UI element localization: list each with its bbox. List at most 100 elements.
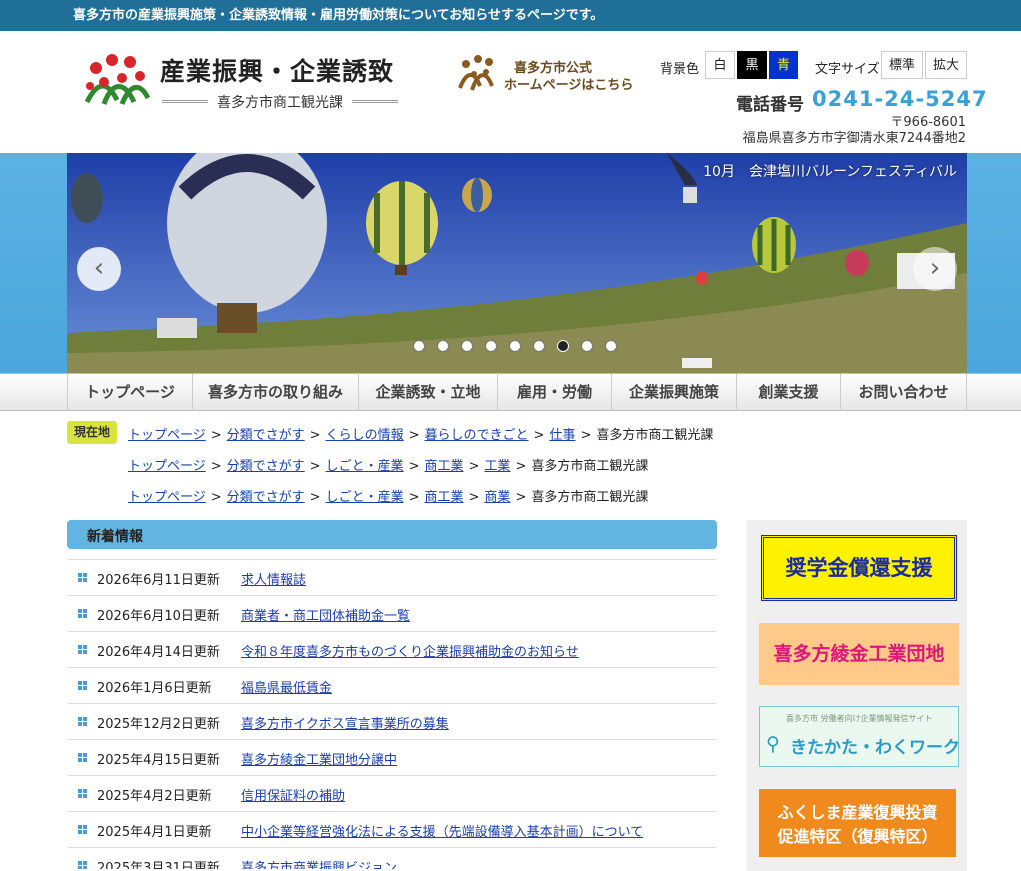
news-link[interactable]: 求人情報誌 bbox=[241, 569, 306, 588]
news-date: 2025年3月31日更新 bbox=[97, 861, 220, 869]
breadcrumb-link[interactable]: トップページ bbox=[128, 490, 206, 505]
nav-startup-support[interactable]: 創業支援 bbox=[737, 374, 841, 411]
slide-dot-3[interactable] bbox=[461, 340, 473, 352]
news-date: 2026年1月6日更新 bbox=[97, 681, 212, 696]
news-item: 2025年4月1日更新 中小企業等経営強化法による支援（先端設備導入基本計画）に… bbox=[67, 811, 717, 847]
breadcrumb-link[interactable]: 商業 bbox=[484, 490, 510, 505]
nav-promotion-policy[interactable]: 企業振興施策 bbox=[612, 374, 737, 411]
breadcrumb: トップページ > 分類でさがす > しごと・産業 > 商工業 > 工業 > 喜多方市商工観光課 bbox=[128, 459, 649, 474]
work-site-title: きたかた・わくワーク bbox=[790, 738, 960, 758]
news-list: 2026年6月11日更新 求人情報誌 2026年6月10日更新 商業者・商工団体… bbox=[67, 559, 717, 869]
slider-next-button[interactable]: › bbox=[913, 247, 957, 291]
site-description: 喜多方市の産業振興施策・企業誘致情報・雇用労働対策についてお知らせするページです… bbox=[73, 8, 604, 23]
news-link[interactable]: 商業者・商工団体補助金一覧 bbox=[241, 605, 410, 624]
square-bullet-icon bbox=[78, 609, 87, 618]
news-item: 2026年4月14日更新 令和８年度喜多方市ものづくり企業振興補助金のお知らせ bbox=[67, 631, 717, 667]
work-site-banner[interactable]: 喜多方市 労働者向け企業情報発信サイト ⚲ きたかた・わくワーク bbox=[759, 706, 960, 767]
bg-black-button[interactable]: 黒 bbox=[737, 51, 767, 79]
site-title[interactable]: 産業振興・企業誘致 bbox=[160, 52, 394, 88]
logo-icon[interactable] bbox=[82, 52, 152, 110]
phone-label: 電話番号 bbox=[736, 95, 804, 115]
bg-white-button[interactable]: 白 bbox=[705, 51, 735, 79]
breadcrumb-link[interactable]: 分類でさがす bbox=[227, 490, 305, 505]
square-bullet-icon bbox=[78, 789, 87, 798]
nav-business-location[interactable]: 企業誘致・立地 bbox=[359, 374, 498, 411]
news-date: 2025年12月2日更新 bbox=[97, 717, 220, 732]
font-standard-button[interactable]: 標準 bbox=[881, 51, 923, 79]
news-item: 2025年4月2日更新 信用保証料の補助 bbox=[67, 775, 717, 811]
news-item: 2025年4月15日更新 喜多方綾金工業団地分譲中 bbox=[67, 739, 717, 775]
news-link[interactable]: 信用保証料の補助 bbox=[241, 785, 345, 804]
breadcrumb-link[interactable]: 暮らしのできごと bbox=[425, 428, 529, 443]
slider-prev-button[interactable]: ‹ bbox=[77, 247, 121, 291]
reconstruction-zone-banner[interactable]: ふくしま産業復興投資 促進特区（復興特区） bbox=[759, 789, 956, 857]
slide-dot-5[interactable] bbox=[509, 340, 521, 352]
nav-contact[interactable]: お問い合わせ bbox=[841, 374, 967, 411]
industrial-park-banner[interactable]: 喜多方綾金工業団地 bbox=[759, 623, 959, 685]
breadcrumb-label: 現在地 bbox=[67, 421, 117, 444]
bg-blue-button[interactable]: 青 bbox=[769, 51, 798, 79]
news-link[interactable]: 福島県最低賃金 bbox=[241, 677, 332, 696]
news-link[interactable]: 喜多方綾金工業団地分譲中 bbox=[241, 749, 397, 768]
slide-dot-6[interactable] bbox=[533, 340, 545, 352]
breadcrumb-link[interactable]: 仕事 bbox=[549, 428, 575, 443]
side-banner-column: 奨学金償還支援 喜多方綾金工業団地 喜多方市 労働者向け企業情報発信サイト ⚲ … bbox=[747, 520, 967, 871]
breadcrumb-link[interactable]: しごと・産業 bbox=[326, 490, 404, 505]
square-bullet-icon bbox=[78, 681, 87, 690]
breadcrumb-link[interactable]: しごと・産業 bbox=[326, 459, 404, 474]
breadcrumb-link[interactable]: 工業 bbox=[484, 459, 510, 474]
breadcrumb-link[interactable]: トップページ bbox=[128, 459, 206, 474]
city-link-line2: ホームページはこちら bbox=[504, 78, 634, 93]
slide-dot-7[interactable] bbox=[557, 340, 569, 352]
reconstruction-line1: ふくしま産業復興投資 bbox=[777, 803, 938, 822]
news-item: 2026年1月6日更新 福島県最低賃金 bbox=[67, 667, 717, 703]
news-date: 2025年4月2日更新 bbox=[97, 789, 212, 804]
news-item: 2026年6月10日更新 商業者・商工団体補助金一覧 bbox=[67, 595, 717, 631]
slide-dot-1[interactable] bbox=[413, 340, 425, 352]
square-bullet-icon bbox=[78, 717, 87, 726]
city-logo-icon bbox=[456, 54, 500, 92]
site-description-bar: 喜多方市の産業振興施策・企業誘致情報・雇用労働対策についてお知らせするページです… bbox=[0, 0, 1021, 31]
magnifier-icon: ⚲ bbox=[766, 733, 780, 755]
breadcrumb-link[interactable]: 商工業 bbox=[425, 490, 464, 505]
news-item: 2026年6月11日更新 求人情報誌 bbox=[67, 559, 717, 595]
news-item: 2025年3月31日更新 喜多方市商業振興ビジョン bbox=[67, 847, 717, 869]
news-date: 2025年4月15日更新 bbox=[97, 753, 220, 768]
breadcrumb-link[interactable]: 商工業 bbox=[425, 459, 464, 474]
phone-number: 0241-24-5247 bbox=[812, 87, 988, 111]
font-large-button[interactable]: 拡大 bbox=[925, 51, 967, 79]
breadcrumb-current: 喜多方市商工観光課 bbox=[531, 459, 649, 474]
news-link[interactable]: 喜多方市商業振興ビジョン bbox=[241, 857, 397, 869]
news-link[interactable]: 中小企業等経営強化法による支援（先端設備導入基本計画）について bbox=[241, 821, 643, 840]
reconstruction-line2: 促進特区（復興特区） bbox=[777, 827, 938, 846]
news-link[interactable]: 喜多方市イクボス宣言事業所の募集 bbox=[241, 713, 449, 732]
news-date: 2026年6月11日更新 bbox=[97, 573, 220, 588]
breadcrumb-link[interactable]: 分類でさがす bbox=[227, 459, 305, 474]
site-subtitle: 喜多方市商工観光課 bbox=[162, 92, 398, 112]
nav-top-page[interactable]: トップページ bbox=[67, 374, 193, 411]
breadcrumb-link[interactable]: くらしの情報 bbox=[326, 428, 404, 443]
nav-initiatives[interactable]: 喜多方市の取り組み bbox=[193, 374, 359, 411]
breadcrumb-link[interactable]: 分類でさがす bbox=[227, 428, 305, 443]
slide-dot-8[interactable] bbox=[581, 340, 593, 352]
breadcrumb: トップページ > 分類でさがす > しごと・産業 > 商工業 > 商業 > 喜多方市商工観光課 bbox=[128, 490, 649, 505]
city-homepage-link[interactable]: 喜多方市公式 ホームページはこちら bbox=[456, 52, 646, 94]
slide-caption: 10月 会津塩川バルーンフェスティバル bbox=[703, 164, 957, 180]
scholarship-banner[interactable]: 奨学金償還支援 bbox=[761, 535, 957, 601]
news-date: 2026年4月14日更新 bbox=[97, 645, 220, 660]
news-date: 2025年4月1日更新 bbox=[97, 825, 212, 840]
hero-slider[interactable]: 10月 会津塩川バルーンフェスティバル ‹ › bbox=[67, 153, 967, 373]
slide-dot-9[interactable] bbox=[605, 340, 617, 352]
nav-employment[interactable]: 雇用・労働 bbox=[498, 374, 612, 411]
news-item: 2025年12月2日更新 喜多方市イクボス宣言事業所の募集 bbox=[67, 703, 717, 739]
breadcrumb-link[interactable]: トップページ bbox=[128, 428, 206, 443]
breadcrumb: トップページ > 分類でさがす > くらしの情報 > 暮らしのできごと > 仕事 > 喜多方市商工観… bbox=[128, 428, 714, 443]
breadcrumb-current: 喜多方市商工観光課 bbox=[531, 490, 649, 505]
slide-dot-2[interactable] bbox=[437, 340, 449, 352]
news-link[interactable]: 令和８年度喜多方市ものづくり企業振興補助金のお知らせ bbox=[241, 641, 579, 660]
slide-dot-4[interactable] bbox=[485, 340, 497, 352]
breadcrumb-current: 喜多方市商工観光課 bbox=[596, 428, 714, 443]
news-header: 新着情報 bbox=[67, 520, 717, 549]
font-size-label: 文字サイズ bbox=[815, 62, 880, 77]
square-bullet-icon bbox=[78, 825, 87, 834]
